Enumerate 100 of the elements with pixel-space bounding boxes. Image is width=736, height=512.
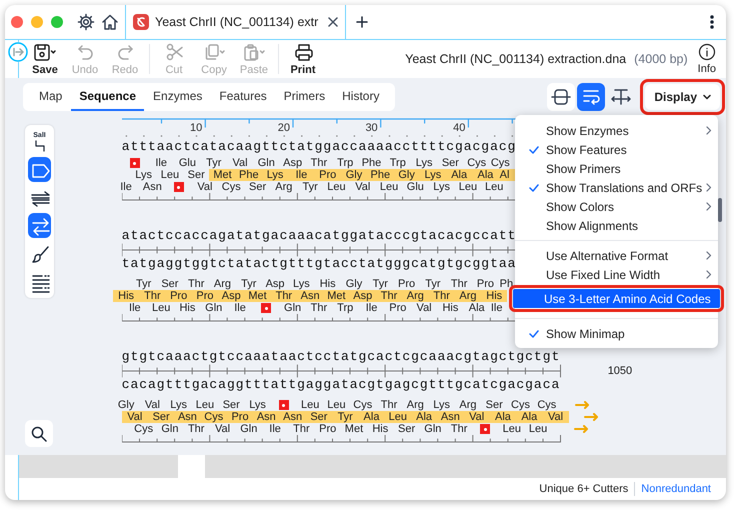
scrollbar-thumb[interactable] [718, 198, 722, 222]
dna-sequence: gtgtcaaactgtccaaataactcctatgcactcgcaaacgtagctgctgt [122, 350, 560, 364]
print-button[interactable]: Print [283, 42, 323, 76]
amino-acid: Lys [169, 399, 188, 411]
amino-acid: Lys [262, 169, 288, 181]
translate-tool-button[interactable] [28, 213, 51, 238]
amino-acid: Thr [186, 423, 206, 435]
window-control-icon[interactable] [11, 16, 23, 28]
amino-acid: His [481, 290, 508, 302]
amino-acid: Gln [239, 423, 258, 435]
tab-title: Yeast ChrII (NC_001134) extr [155, 14, 318, 31]
sidebar-toggle-icon[interactable] [8, 42, 28, 62]
amino-acid: Ph [498, 278, 514, 290]
amino-acid: Ser [148, 411, 174, 423]
amino-acid: Ala [358, 411, 385, 423]
save-button[interactable]: Save [25, 42, 65, 76]
menu-item[interactable]: Use Alternative Format [515, 246, 718, 265]
save-icon [33, 42, 57, 62]
enzyme-set-label: Unique 6+ Cutters [539, 482, 628, 497]
menu-item[interactable]: Show Features [515, 140, 718, 159]
amino-acid: Thr [428, 290, 455, 302]
plus-icon[interactable] [356, 16, 368, 28]
info-button[interactable]: Info [698, 43, 716, 75]
amino-acid: Lys [420, 169, 446, 181]
amino-acid: Val [354, 181, 372, 193]
amino-acid: Ser [186, 169, 206, 181]
amino-acid: Phe [360, 157, 382, 169]
amino-acid: Cys [490, 157, 511, 169]
settings-icon[interactable] [77, 13, 95, 31]
amino-acid: Pro [476, 278, 496, 290]
amino-acid: Cys [352, 399, 374, 411]
amino-acid: Asn [297, 290, 324, 302]
menu-item[interactable]: Show Alignments [515, 216, 718, 235]
amino-acid: Met [344, 423, 364, 435]
amino-acid: Asn [174, 411, 201, 423]
display-button[interactable]: Display [645, 84, 720, 110]
amino-acid: Tyr [302, 181, 319, 193]
close-icon[interactable] [328, 17, 338, 27]
amino-acid: Thr [310, 157, 328, 169]
document-title: Yeast ChrII (NC_001134) extraction.dna [405, 50, 626, 68]
amino-acid: Gln [283, 302, 302, 314]
amino-acid: Ile [233, 302, 247, 314]
wrap-button[interactable] [577, 83, 606, 111]
menu-item[interactable]: Use 3-Letter Amino Acid Codes [513, 289, 720, 308]
amino-acid: Leu [384, 411, 411, 423]
view-tab[interactable]: Features [211, 83, 275, 111]
amino-acid: Asp [218, 290, 244, 302]
view-tab[interactable]: Primers [276, 83, 334, 111]
amino-acid: Leu [528, 423, 548, 435]
menu-item[interactable]: Show Translations and ORFs [515, 178, 718, 197]
amino-acid: Leu [484, 181, 504, 193]
amino-acid: Ser [248, 181, 268, 193]
menu-item[interactable]: Show Enzymes [515, 121, 718, 140]
amino-acid: Gly [116, 399, 136, 411]
menu-item[interactable]: Show Colors [515, 197, 718, 216]
amino-acid: Cys [466, 157, 488, 169]
more-icon[interactable] [710, 15, 714, 29]
amino-acid: His [371, 423, 390, 435]
home-icon[interactable] [101, 13, 119, 31]
redo-icon [116, 42, 134, 62]
view-tab[interactable]: History [334, 83, 388, 111]
amino-acid: Val [122, 411, 148, 423]
amino-acid: Leu [194, 399, 216, 411]
amino-acid: Trp [336, 157, 354, 169]
amino-acid: Gln [256, 157, 276, 169]
menu-item[interactable]: Show Minimap [515, 324, 718, 343]
print-icon [294, 42, 312, 62]
amino-acid: Thr [380, 399, 398, 411]
amino-acid: Arg [274, 181, 294, 193]
amino-acid: Ser [397, 423, 416, 435]
minimap-button[interactable] [547, 83, 576, 111]
amino-acid: Pro [397, 278, 416, 290]
filter-link[interactable]: Nonredundant [641, 480, 711, 498]
view-tab[interactable]: Enzymes [145, 83, 210, 111]
document-tab[interactable]: Yeast ChrII (NC_001134) extr [125, 5, 346, 39]
amino-acid: Thr [139, 290, 166, 302]
amino-acid: Leu [150, 302, 172, 314]
amino-acid: Ile [128, 302, 142, 314]
feature-tool-button[interactable] [28, 157, 51, 182]
amino-acid: Thr [376, 290, 402, 302]
position-label: 10 [190, 122, 202, 134]
view-tab[interactable]: Sequence [71, 83, 144, 111]
amino-acid: Trp [336, 302, 354, 314]
amino-acid: Ser [484, 399, 504, 411]
amino-acid: Ser [160, 278, 180, 290]
amino-acid: Asp [264, 278, 286, 290]
menu-item[interactable]: Use Fixed Line Width [515, 265, 718, 284]
amino-acid: Arg [458, 399, 478, 411]
scrollbar-thumb[interactable] [178, 455, 205, 478]
position-label: 40 [452, 122, 466, 134]
amino-acid: Gly [340, 169, 368, 181]
amino-acid: Val [416, 302, 433, 314]
amino-acid: Phe [236, 169, 262, 181]
cut-site-icon [34, 138, 46, 152]
amino-acid: Leu [326, 399, 347, 411]
view-tab[interactable]: Map [31, 83, 70, 111]
amino-acid: Gly [344, 278, 364, 290]
position-label: 20 [277, 122, 290, 134]
amino-acid: Glu [406, 181, 425, 193]
search-button[interactable] [25, 420, 53, 447]
